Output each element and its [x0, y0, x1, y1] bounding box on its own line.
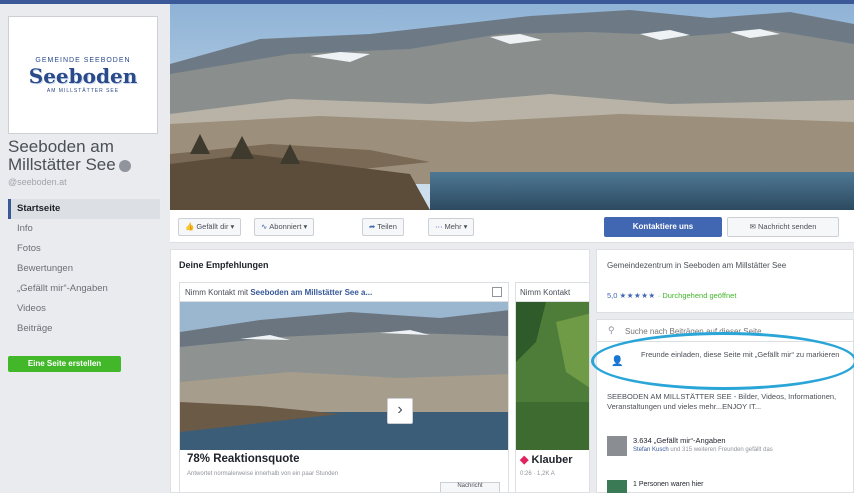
- card2-title: ◆ Klauber: [520, 453, 572, 466]
- visits-row[interactable]: 1 Personen waren hier: [607, 478, 843, 493]
- about-text: SEEBODEN AM MILLSTÄTTER SEE - Bilder, Vi…: [607, 392, 837, 411]
- search-icon: ⚲: [608, 325, 615, 335]
- likes-friends-rest: und 315 weiteren Freunden gefällt das: [668, 447, 773, 453]
- send-message-button[interactable]: ✉ Nachricht senden: [727, 217, 839, 237]
- friend-avatar: [607, 436, 627, 456]
- rating-score: 5,0: [607, 291, 618, 300]
- card-header: Nimm Kontakt mit Seeboden am Millstätter…: [180, 283, 508, 302]
- cover-photo[interactable]: [170, 4, 854, 210]
- nav-item-videos[interactable]: Videos: [8, 299, 160, 319]
- like-button[interactable]: 👍 Gefällt dir ▾: [178, 218, 242, 236]
- card-header-prefix: Nimm Kontakt mit: [185, 288, 251, 297]
- nav-item-beitraege[interactable]: Beiträge: [8, 319, 160, 339]
- card-landscape-image: [180, 302, 508, 450]
- page-title-text[interactable]: Seeboden am Millstätter See: [8, 137, 116, 174]
- recommendation-card[interactable]: Nimm Kontakt mit Seeboden am Millstätter…: [179, 282, 509, 492]
- card-header-page-link[interactable]: Seeboden am Millstätter See a...: [250, 288, 372, 297]
- page-info-box: Gemeindezentrum in Seeboden am Millstätt…: [596, 249, 854, 313]
- likes-count[interactable]: 3.634 „Gefällt mir“-Angaben: [633, 436, 726, 445]
- nav-item-fotos[interactable]: Fotos: [8, 239, 160, 259]
- visits-avatar: [607, 480, 627, 493]
- contact-button[interactable]: Kontaktiere uns: [604, 217, 722, 237]
- close-icon[interactable]: [492, 287, 502, 297]
- opening-status: · Durchgehend geöffnet: [657, 291, 737, 300]
- more-dots-icon: ⋯: [435, 222, 443, 231]
- nav-item-info[interactable]: Info: [8, 219, 160, 239]
- visits-text: 1 Personen waren hier: [633, 481, 704, 488]
- likes-friends: Stefan Kusch und 315 weiteren Freunden g…: [633, 446, 833, 454]
- message-button[interactable]: Nachricht: [440, 482, 500, 492]
- star-rating-icon: ★★★★★: [619, 291, 656, 300]
- logo-arc-text: GEMEINDE SEEBODEN: [35, 56, 131, 64]
- response-rate: 78% Reaktionsquote: [187, 453, 300, 465]
- page-category[interactable]: Gemeindezentrum in Seeboden am Millstätt…: [607, 261, 837, 271]
- follow-button[interactable]: ∿ Abonniert ▾: [254, 218, 315, 236]
- thumbs-up-icon: 👍: [185, 222, 195, 231]
- rating-row[interactable]: 5,0 ★★★★★ · Durchgehend geöffnet: [607, 291, 736, 300]
- logo: GEMEINDE SEEBODEN Seeboden AM MILLSTÄTTE…: [13, 21, 153, 129]
- more-button-label: Mehr ▾: [444, 222, 468, 231]
- verified-badge-icon: [118, 159, 131, 172]
- card-image: [180, 302, 508, 450]
- recommendations-panel: Deine Empfehlungen Nimm Kontakt mit Seeb…: [170, 249, 590, 493]
- recommendation-card-2[interactable]: Nimm Kontakt ◆ Klauber 0:26 · 1,2K A: [515, 282, 589, 492]
- card2-header: Nimm Kontakt: [516, 283, 589, 302]
- nav-item-likes[interactable]: „Gefällt mir“-Angaben: [8, 279, 160, 299]
- more-button[interactable]: ⋯ Mehr ▾: [428, 218, 475, 236]
- next-arrow-button[interactable]: ›: [387, 398, 413, 424]
- page-action-bar: 👍 Gefällt dir ▾ ∿ Abonniert ▾ ➦ Teilen ⋯ Meh…: [170, 210, 854, 243]
- card2-image: [516, 302, 589, 450]
- likes-row[interactable]: 3.634 „Gefällt mir“-Angaben Stefan Kusch…: [607, 436, 843, 466]
- highlight-ellipse-annotation: [591, 332, 854, 390]
- recommendations-title: Deine Empfehlungen: [179, 260, 269, 270]
- nav-item-startseite[interactable]: Startseite: [8, 199, 160, 219]
- logo-word: Seeboden: [28, 63, 138, 88]
- card2-title-text: Klauber: [531, 454, 573, 466]
- cover-landscape-image: [170, 4, 854, 210]
- create-page-button[interactable]: Eine Seite erstellen: [8, 356, 121, 372]
- pin-icon: ◆: [520, 454, 532, 466]
- rss-icon: ∿: [261, 222, 268, 231]
- card2-meta: 0:26 · 1,2K A: [520, 471, 555, 477]
- logo-subtext: AM MILLSTÄTTER SEE: [46, 87, 120, 94]
- profile-picture[interactable]: GEMEINDE SEEBODEN Seeboden AM MILLSTÄTTE…: [8, 16, 158, 134]
- share-button-label: Teilen: [377, 222, 397, 231]
- send-message-label: Nachricht senden: [758, 222, 817, 231]
- share-button[interactable]: ➦ Teilen: [362, 218, 404, 236]
- response-description: Antwortet normalerweise innerhalb von ei…: [187, 471, 339, 477]
- page-title[interactable]: Seeboden am Millstätter See: [8, 138, 166, 174]
- chevron-right-icon: ›: [397, 401, 403, 418]
- share-icon: ➦: [369, 222, 376, 231]
- like-button-label: Gefällt dir ▾: [196, 222, 235, 231]
- page-nav: Startseite Info Fotos Bewertungen „Gefäl…: [8, 199, 160, 339]
- follow-button-label: Abonniert ▾: [269, 222, 308, 231]
- friend-name-link[interactable]: Stefan Kusch: [633, 447, 669, 453]
- message-icon: ✉: [749, 222, 758, 231]
- nav-item-bewertungen[interactable]: Bewertungen: [8, 259, 160, 279]
- card2-forest-image: [516, 302, 589, 450]
- page-handle[interactable]: @seeboden.at: [8, 177, 67, 187]
